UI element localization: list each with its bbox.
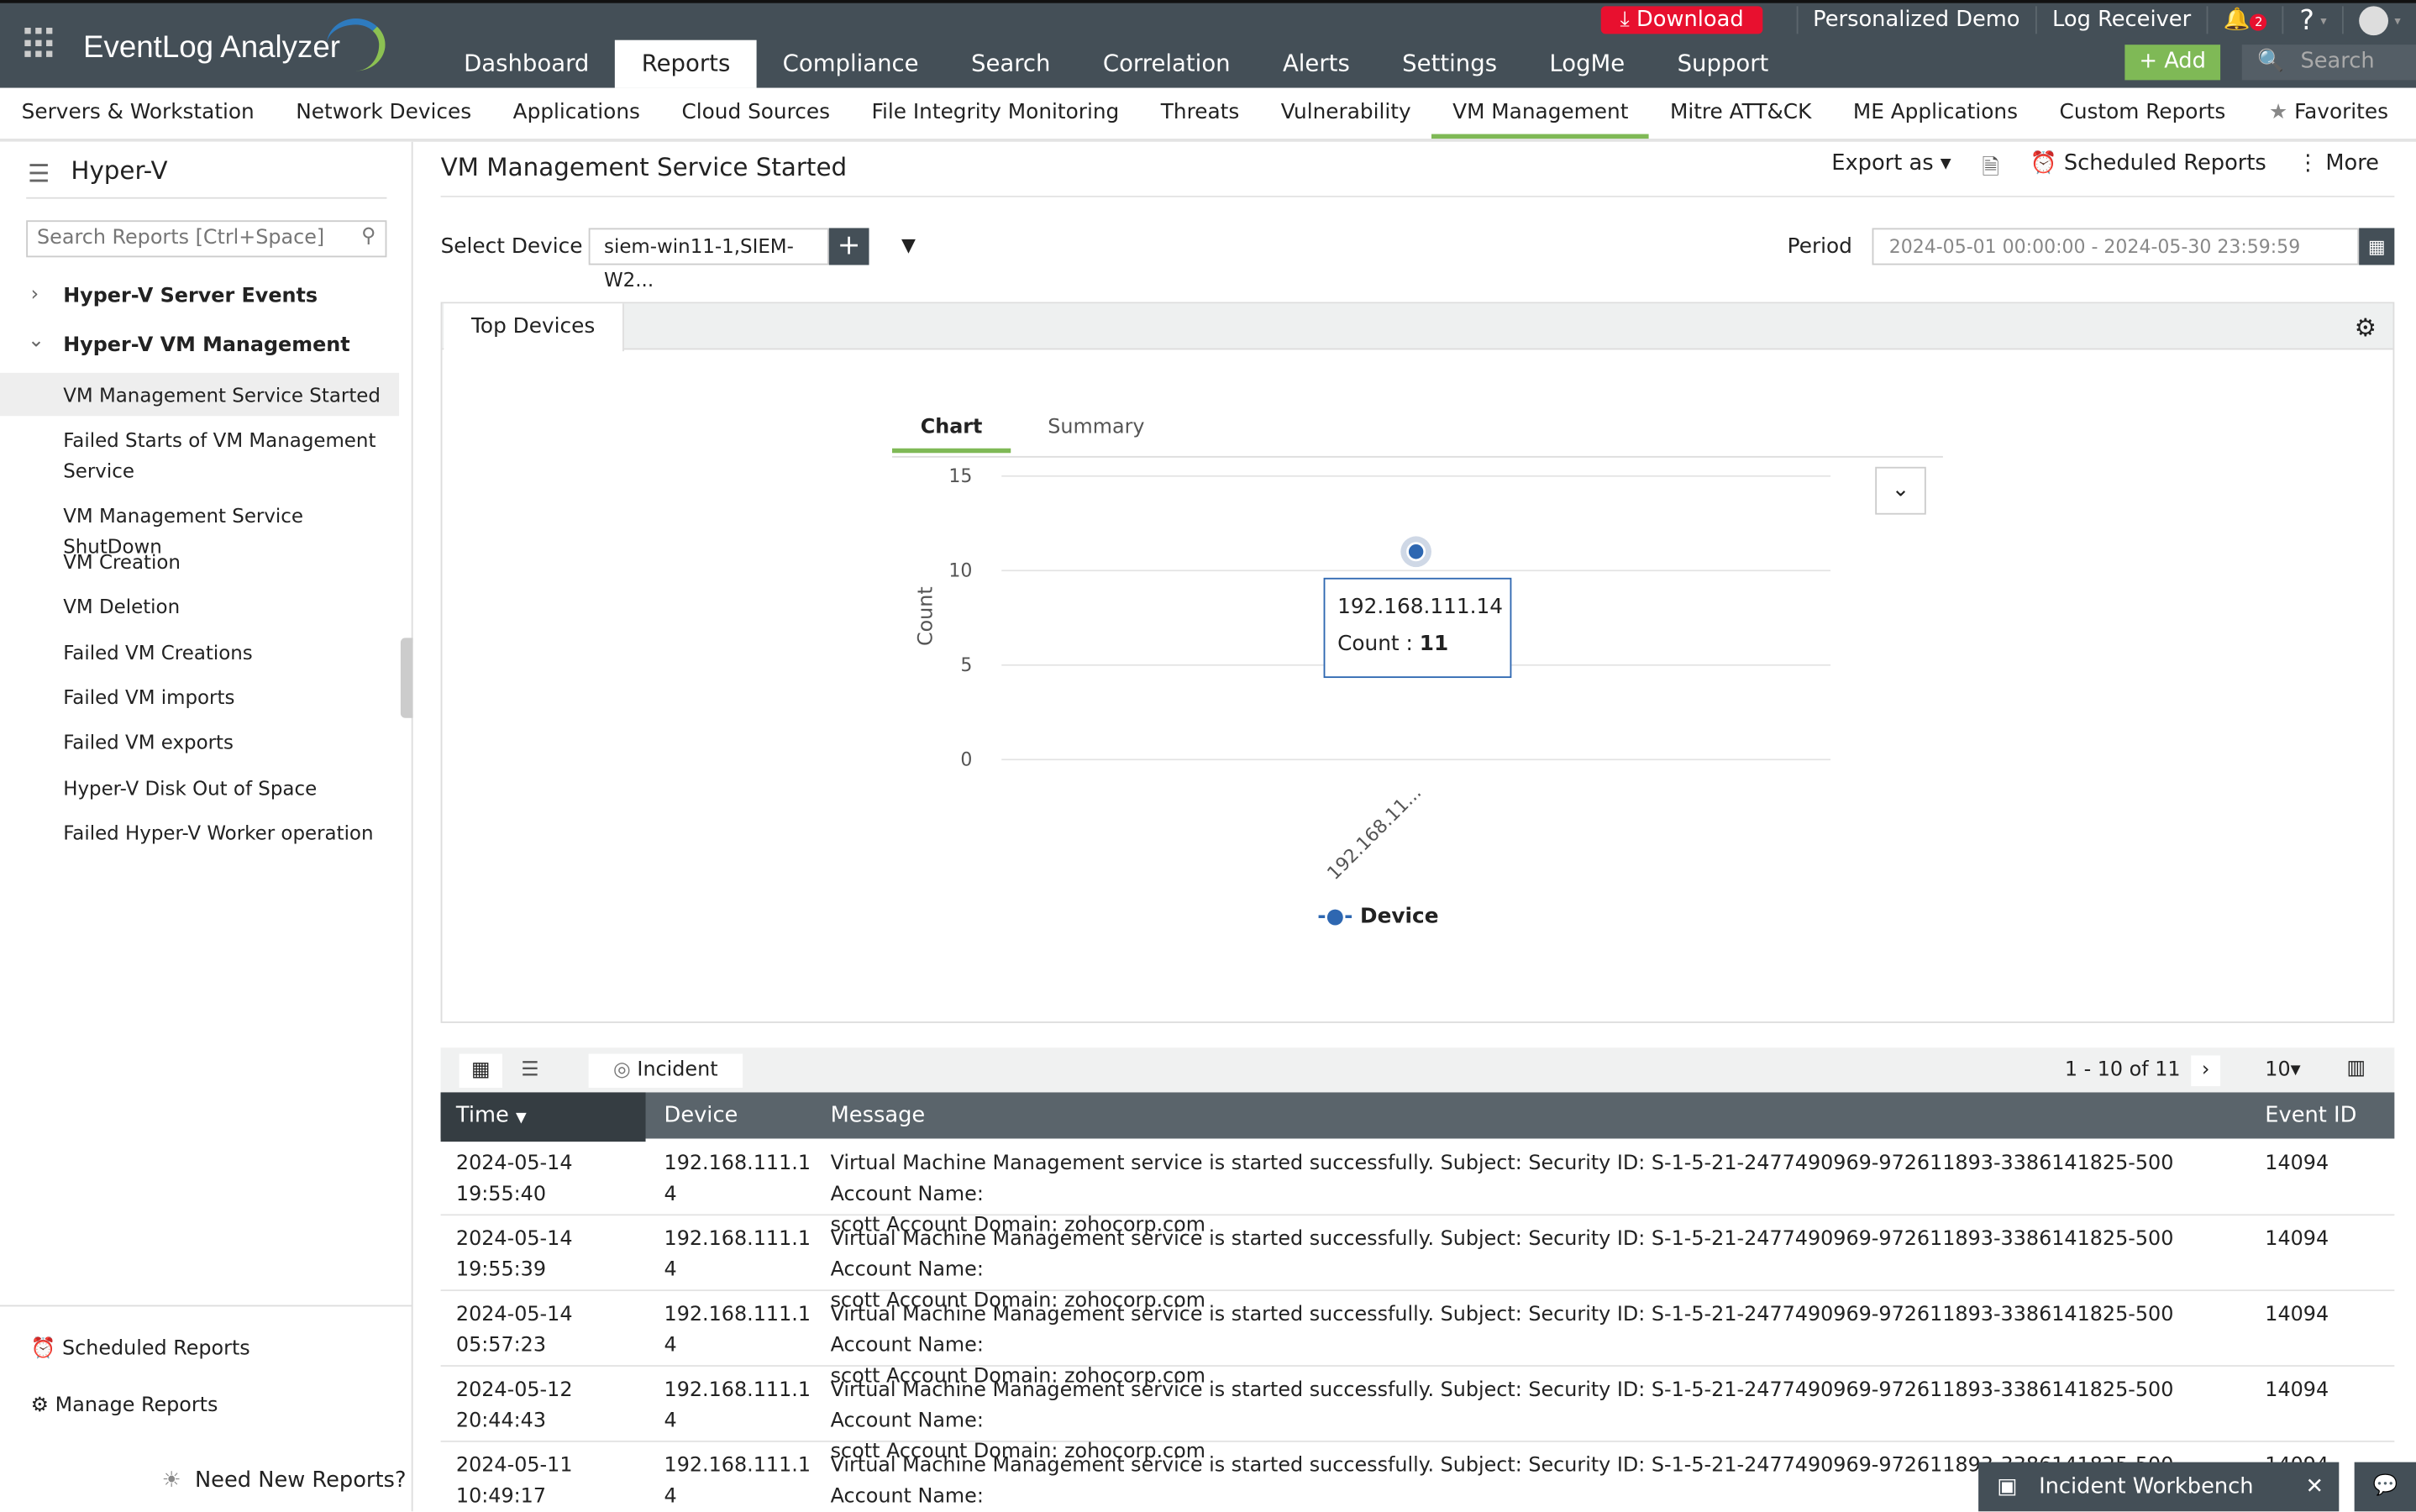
- table-header: Time ▼ Device Message Event ID: [441, 1092, 2395, 1138]
- cell-device: 192.168.111.14: [664, 1149, 811, 1210]
- device-line1: 192.168.111.1: [664, 1452, 811, 1483]
- device-line2: 4: [664, 1256, 811, 1287]
- legend-label: Device: [1360, 905, 1438, 929]
- cell-time: 2024-05-1405:57:23: [456, 1300, 573, 1362]
- message-line1: Virtual Machine Management service is st…: [831, 1225, 2248, 1286]
- y-tick-label: 5: [960, 655, 972, 676]
- chat-icon[interactable]: 💬: [2355, 1462, 2416, 1512]
- column-header-time[interactable]: Time ▼: [441, 1092, 646, 1142]
- cell-time: 2024-05-1419:55:40: [456, 1149, 573, 1210]
- chart-svg: 0 5 10 15 Count 192.168.11...: [0, 0, 2416, 1049]
- device-line2: 4: [664, 1407, 811, 1438]
- gear-icon: ⚙: [31, 1394, 49, 1418]
- tooltip-label: Count :: [1337, 632, 1420, 656]
- x-tick-label: 192.168.11...: [1324, 782, 1426, 885]
- message-line1: Virtual Machine Management service is st…: [831, 1376, 2248, 1437]
- lightbulb-icon: ☀: [162, 1468, 181, 1493]
- table-row[interactable]: 2024-05-1405:57:23 192.168.111.14 Virtua…: [441, 1291, 2395, 1367]
- time-date: 2024-05-14: [456, 1225, 573, 1256]
- scheduled-reports-label: Scheduled Reports: [62, 1337, 250, 1361]
- column-header-event-id[interactable]: Event ID: [2265, 1092, 2356, 1138]
- incident-label: Incident: [637, 1058, 717, 1082]
- table-row[interactable]: 2024-05-1220:44:43 192.168.111.14 Virtua…: [441, 1367, 2395, 1442]
- time-date: 2024-05-14: [456, 1300, 573, 1331]
- y-tick-label: 15: [948, 466, 972, 487]
- column-header-device[interactable]: Device: [664, 1092, 738, 1138]
- cell-device: 192.168.111.14: [664, 1452, 811, 1512]
- manage-reports-link[interactable]: ⚙ Manage Reports: [31, 1394, 218, 1418]
- need-new-reports-link[interactable]: ☀ Need New Reports?: [162, 1468, 407, 1493]
- y-tick-label: 10: [948, 561, 972, 582]
- divider: [0, 1305, 413, 1307]
- device-line2: 4: [664, 1483, 811, 1512]
- tooltip-title: 192.168.111.14: [1337, 589, 1498, 626]
- alarm-clock-icon: ⏰: [31, 1337, 56, 1361]
- table-row[interactable]: 2024-05-1419:55:40 192.168.111.14 Virtua…: [441, 1140, 2395, 1215]
- legend-marker-icon: -●-: [1317, 905, 1352, 929]
- y-tick-label: 0: [960, 750, 972, 771]
- device-line1: 192.168.111.1: [664, 1376, 811, 1407]
- time-clock: 05:57:23: [456, 1331, 573, 1362]
- manage-reports-label: Manage Reports: [55, 1394, 218, 1418]
- workbench-icon: ▣: [1997, 1474, 2017, 1499]
- cell-event-id: 14094: [2265, 1376, 2329, 1407]
- next-page-button[interactable]: ›: [2191, 1055, 2220, 1086]
- time-clock: 19:55:39: [456, 1256, 573, 1287]
- time-clock: 19:55:40: [456, 1180, 573, 1211]
- device-line1: 192.168.111.1: [664, 1300, 811, 1331]
- chart-tooltip: 192.168.111.14 Count : 11: [1324, 578, 1512, 678]
- message-line1: Virtual Machine Management service is st…: [831, 1300, 2248, 1362]
- cell-event-id: 14094: [2265, 1300, 2329, 1331]
- column-settings-icon[interactable]: ▥: [2346, 1057, 2366, 1080]
- time-clock: 10:49:17: [456, 1483, 573, 1512]
- page-size-select[interactable]: 10▾: [2265, 1058, 2300, 1082]
- cell-device: 192.168.111.14: [664, 1300, 811, 1362]
- incident-button[interactable]: ◎ Incident: [589, 1054, 743, 1088]
- workbench-label: Incident Workbench: [2039, 1474, 2253, 1499]
- cell-time: 2024-05-1220:44:43: [456, 1376, 573, 1437]
- close-icon[interactable]: ✕: [2305, 1462, 2324, 1512]
- cell-device: 192.168.111.14: [664, 1225, 811, 1286]
- cell-time: 2024-05-1419:55:39: [456, 1225, 573, 1286]
- column-header-message[interactable]: Message: [831, 1092, 926, 1138]
- list-view-icon[interactable]: ☰: [508, 1054, 551, 1088]
- grid-view-icon[interactable]: ▦: [460, 1054, 502, 1088]
- page-size-value: 10: [2265, 1058, 2290, 1082]
- time-date: 2024-05-14: [456, 1149, 573, 1180]
- fingerprint-icon: ◎: [613, 1058, 631, 1082]
- device-line1: 192.168.111.1: [664, 1225, 811, 1256]
- time-date: 2024-05-12: [456, 1376, 573, 1407]
- time-date: 2024-05-11: [456, 1452, 573, 1483]
- cell-event-id: 14094: [2265, 1225, 2329, 1256]
- device-line1: 192.168.111.1: [664, 1149, 811, 1180]
- chart-legend[interactable]: -●- Device: [1317, 905, 1438, 929]
- table-row[interactable]: 2024-05-1419:55:39 192.168.111.14 Virtua…: [441, 1215, 2395, 1291]
- time-clock: 20:44:43: [456, 1407, 573, 1438]
- tooltip-value: 11: [1420, 632, 1448, 656]
- cell-device: 192.168.111.14: [664, 1376, 811, 1437]
- cell-event-id: 14094: [2265, 1149, 2329, 1180]
- cell-time: 2024-05-1110:49:17: [456, 1452, 573, 1512]
- pagination-text: 1 - 10 of 11: [2065, 1058, 2181, 1082]
- y-axis-label: Count: [914, 586, 938, 646]
- need-new-reports-label: Need New Reports?: [195, 1468, 407, 1493]
- data-point[interactable]: [1408, 543, 1425, 560]
- scheduled-reports-link[interactable]: ⏰ Scheduled Reports: [31, 1337, 250, 1361]
- message-line1: Virtual Machine Management service is st…: [831, 1149, 2248, 1210]
- device-line2: 4: [664, 1331, 811, 1362]
- time-header-label: Time: [456, 1103, 509, 1127]
- device-line2: 4: [664, 1180, 811, 1211]
- incident-workbench-bar[interactable]: ▣ Incident Workbench ✕: [1978, 1462, 2339, 1512]
